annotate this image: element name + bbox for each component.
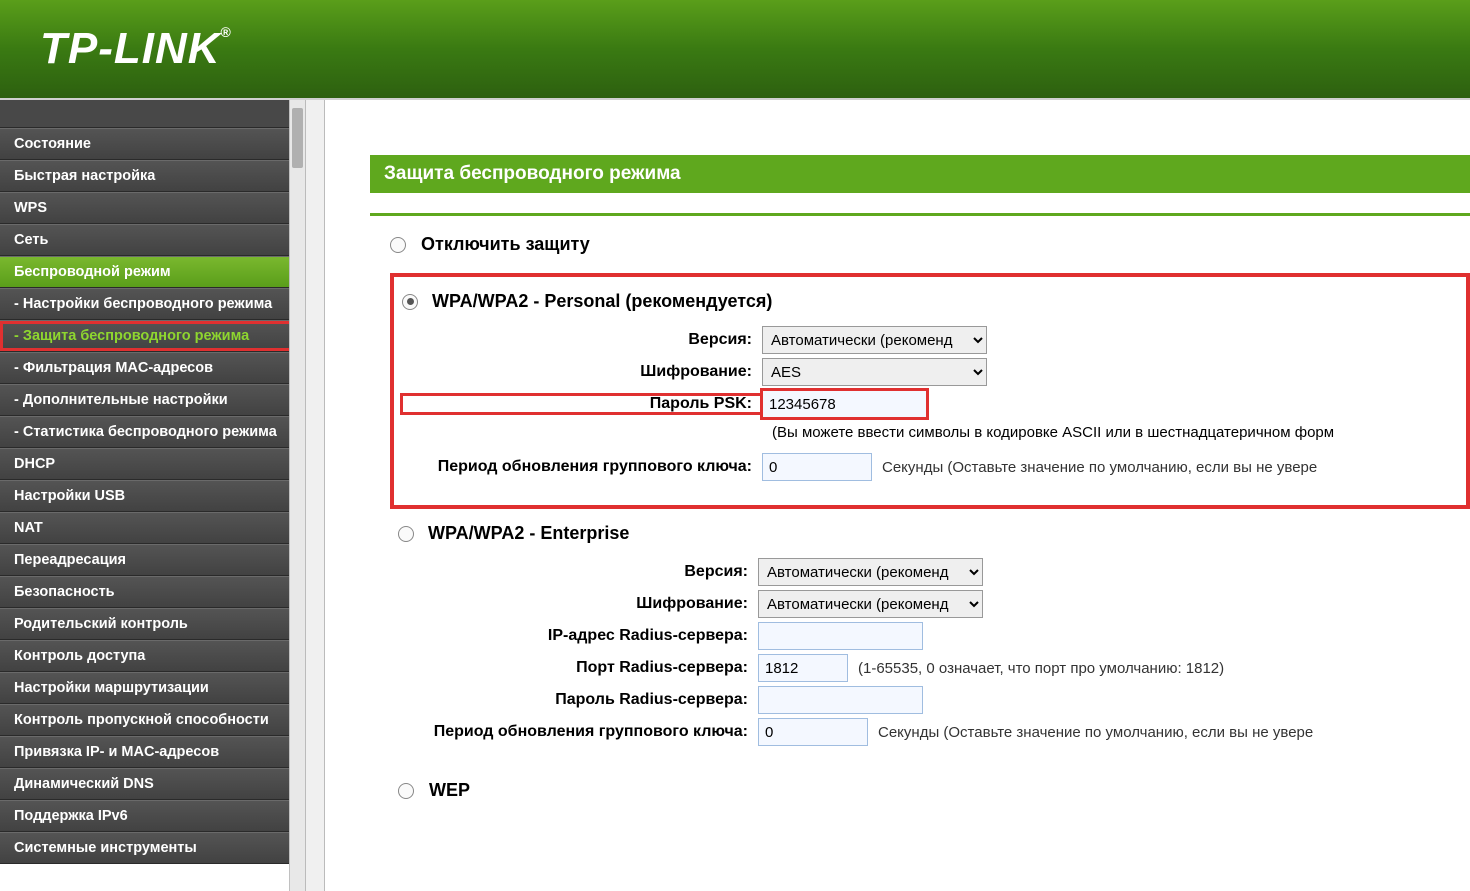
ent-gku-input[interactable] (758, 718, 868, 746)
sidebar: СостояниеБыстрая настройкаWPSСетьБеспров… (0, 100, 305, 891)
sidebar-item-3[interactable]: Сеть (0, 224, 305, 256)
ent-gku-hint: Секунды (Оставьте значение по умолчанию,… (878, 724, 1313, 741)
sidebar-item-4[interactable]: Беспроводной режим (0, 256, 305, 288)
app-header: TP-LINK® (0, 0, 1470, 100)
sidebar-item-0[interactable]: Состояние (0, 128, 305, 160)
page-title: Защита беспроводного режима (370, 155, 1470, 193)
sidebar-item-16[interactable]: Контроль доступа (0, 640, 305, 672)
sidebar-item-15[interactable]: Родительский контроль (0, 608, 305, 640)
sidebar-item-18[interactable]: Контроль пропускной способности (0, 704, 305, 736)
radius-pass-input[interactable] (758, 686, 923, 714)
sidebar-item-17[interactable]: Настройки маршрутизации (0, 672, 305, 704)
radio-disable[interactable] (390, 237, 406, 253)
radius-port-hint: (1-65535, 0 означает, что порт про умолч… (858, 660, 1224, 677)
wpa-personal-label: WPA/WPA2 - Personal (рекомендуется) (432, 291, 772, 312)
sidebar-item-14[interactable]: Безопасность (0, 576, 305, 608)
section-wpa-personal: WPA/WPA2 - Personal (рекомендуется) Верс… (390, 273, 1470, 509)
radius-ip-label: IP-адрес Radius-сервера: (398, 627, 758, 645)
ent-encryption-label: Шифрование: (398, 595, 758, 613)
sidebar-item-19[interactable]: Привязка IP- и MAC-адресов (0, 736, 305, 768)
radio-wpa-personal[interactable] (402, 294, 418, 310)
radius-port-input[interactable] (758, 654, 848, 682)
radius-pass-label: Пароль Radius-сервера: (398, 691, 758, 709)
radio-wpa-enterprise[interactable] (398, 526, 414, 542)
sidebar-item-8[interactable]: - Дополнительные настройки (0, 384, 305, 416)
sidebar-item-13[interactable]: Переадресация (0, 544, 305, 576)
sidebar-item-6[interactable]: - Защита беспроводного режима (0, 320, 305, 352)
gku-hint: Секунды (Оставьте значение по умолчанию,… (882, 459, 1317, 476)
psk-input[interactable] (762, 390, 927, 418)
sidebar-scrollbar[interactable] (289, 100, 305, 891)
brand-logo: TP-LINK® (40, 24, 232, 74)
pane-divider[interactable] (305, 100, 325, 891)
section-disable-label: Отключить защиту (421, 234, 590, 255)
radio-wep[interactable] (398, 783, 414, 799)
scrollbar-thumb[interactable] (292, 108, 303, 168)
wpa-enterprise-label: WPA/WPA2 - Enterprise (428, 523, 629, 544)
sidebar-item-10[interactable]: DHCP (0, 448, 305, 480)
psk-hint: (Вы можете ввести символы в кодировке AS… (402, 424, 1458, 441)
ent-gku-label: Период обновления группового ключа: (398, 723, 758, 741)
psk-label: Пароль PSK: (402, 395, 762, 413)
section-wep[interactable]: WEP (398, 780, 1470, 801)
version-select[interactable]: Автоматически (рекоменд (762, 326, 987, 354)
sidebar-item-12[interactable]: NAT (0, 512, 305, 544)
section-disable[interactable]: Отключить защиту (390, 234, 1470, 255)
ent-version-select[interactable]: Автоматически (рекоменд (758, 558, 983, 586)
radius-port-label: Порт Radius-сервера: (398, 659, 758, 677)
sidebar-item-1[interactable]: Быстрая настройка (0, 160, 305, 192)
encryption-label: Шифрование: (402, 363, 762, 381)
sidebar-item-7[interactable]: - Фильтрация MAC-адресов (0, 352, 305, 384)
version-label: Версия: (402, 331, 762, 349)
gku-label: Период обновления группового ключа: (402, 458, 762, 476)
sidebar-item-11[interactable]: Настройки USB (0, 480, 305, 512)
ent-version-label: Версия: (398, 563, 758, 581)
sidebar-item-2[interactable]: WPS (0, 192, 305, 224)
sidebar-item-5[interactable]: - Настройки беспроводного режима (0, 288, 305, 320)
ent-encryption-select[interactable]: Автоматически (рекоменд (758, 590, 983, 618)
sidebar-item-21[interactable]: Поддержка IPv6 (0, 800, 305, 832)
encryption-select[interactable]: AES (762, 358, 987, 386)
wep-label: WEP (429, 780, 470, 801)
separator (370, 213, 1470, 216)
radius-ip-input[interactable] (758, 622, 923, 650)
gku-input[interactable] (762, 453, 872, 481)
content-pane: Защита беспроводного режима Отключить за… (325, 100, 1470, 891)
brand-text: TP-LINK (40, 24, 221, 73)
sidebar-item-20[interactable]: Динамический DNS (0, 768, 305, 800)
section-wpa-enterprise: WPA/WPA2 - Enterprise Версия: Автоматиче… (390, 509, 1470, 770)
sidebar-item-22[interactable]: Системные инструменты (0, 832, 305, 864)
sidebar-item-9[interactable]: - Статистика беспроводного режима (0, 416, 305, 448)
